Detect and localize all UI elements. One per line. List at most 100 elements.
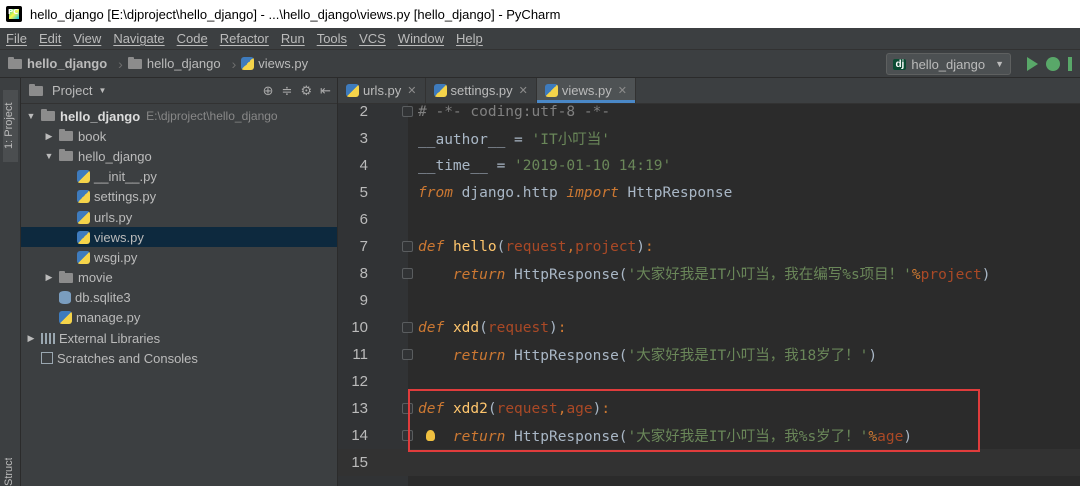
chevron-down-icon[interactable]: ▼ xyxy=(25,111,37,121)
menu-file[interactable]: File xyxy=(4,31,33,46)
tree-item[interactable]: manage.py xyxy=(21,308,337,328)
code-token: age xyxy=(566,400,593,417)
code-line[interactable]: 2 # -*- coding:utf-8 -*- xyxy=(338,98,1080,125)
close-icon[interactable]: ✕ xyxy=(618,84,627,97)
menu-run[interactable]: Run xyxy=(279,31,311,46)
fold-marker-icon[interactable] xyxy=(402,322,413,333)
menu-tools[interactable]: Tools xyxy=(315,31,353,46)
line-number: 9 xyxy=(359,292,368,309)
menu-code[interactable]: Code xyxy=(175,31,214,46)
gear-icon[interactable]: ⚙ xyxy=(300,83,312,99)
code-token: HttpResponse( xyxy=(505,267,628,283)
python-file-icon xyxy=(77,170,90,184)
folder-icon xyxy=(8,56,22,69)
fold-marker-icon[interactable] xyxy=(402,430,413,441)
breadcrumb-project[interactable]: hello_django xyxy=(8,56,107,71)
django-icon: dj xyxy=(893,58,907,70)
debug-bug-icon[interactable] xyxy=(1046,57,1060,71)
python-file-icon xyxy=(346,84,359,97)
python-file-icon xyxy=(241,57,255,70)
menu-refactor[interactable]: Refactor xyxy=(218,31,275,46)
tree-item-label: book xyxy=(78,128,107,144)
code-line[interactable]: 3 __author__ = 'IT小叮当' xyxy=(338,125,1080,152)
chevron-right-icon[interactable]: ▶ xyxy=(25,333,37,344)
run-configuration-dropdown[interactable]: dj hello_django ▼ xyxy=(886,53,1011,75)
chevron-down-icon[interactable]: ▼ xyxy=(43,151,55,161)
code-line[interactable]: 14 return HttpResponse('大家好我是IT小叮当，我%s岁了… xyxy=(338,422,1080,449)
code-line[interactable]: 8 return HttpResponse('大家好我是IT小叮当，我在编写%s… xyxy=(338,260,1080,287)
chevron-down-icon[interactable]: ▼ xyxy=(98,86,106,95)
python-file-icon xyxy=(544,84,558,97)
close-icon[interactable]: ✕ xyxy=(519,84,528,97)
code-text: __time__ = '2019-01-10 14:19' xyxy=(418,158,671,174)
project-tool-tab[interactable]: 1: Project xyxy=(3,90,18,162)
tree-item[interactable]: ▶ movie xyxy=(21,268,337,288)
code-token: '大家好我是IT小叮当，我在编写%s项目！' xyxy=(627,267,912,283)
title-bar: hello_django [E:\djproject\hello_django]… xyxy=(0,0,1080,28)
code-line[interactable]: 7 def hello(request,project): xyxy=(338,233,1080,260)
code-line[interactable]: 6 xyxy=(338,206,1080,233)
code-line[interactable]: 11 return HttpResponse('大家好我是IT小叮当，我18岁了… xyxy=(338,341,1080,368)
fold-marker-icon[interactable] xyxy=(402,349,413,360)
menu-window[interactable]: Window xyxy=(396,31,450,46)
tree-item-label: wsgi.py xyxy=(94,249,138,265)
code-line[interactable]: 4 __time__ = '2019-01-10 14:19' xyxy=(338,152,1080,179)
tree-item[interactable]: urls.py xyxy=(21,207,337,227)
tree-item[interactable]: ▼ hello_django xyxy=(21,146,337,166)
tree-item-label: manage.py xyxy=(76,310,141,326)
tree-item[interactable]: ▼ hello_django E:\djproject\hello_django xyxy=(21,106,337,126)
code-area[interactable]: 2 # -*- coding:utf-8 -*- 3 __author__ = 'IT… xyxy=(338,103,1080,486)
tree-item[interactable]: ▶ External Libraries xyxy=(21,328,337,348)
code-line[interactable]: 13 def xdd2(request,age): xyxy=(338,395,1080,422)
library-icon xyxy=(41,332,55,344)
fold-marker-icon[interactable] xyxy=(402,268,413,279)
project-view-selector[interactable]: Project xyxy=(52,83,92,98)
menu-edit[interactable]: Edit xyxy=(37,31,67,46)
code-token: from xyxy=(418,184,453,201)
code-text: return HttpResponse('大家好我是IT小叮当，我18岁了！') xyxy=(418,344,877,365)
run-with-coverage-icon[interactable] xyxy=(1068,57,1078,71)
code-token: import xyxy=(566,184,619,201)
code-line[interactable]: 9 xyxy=(338,287,1080,314)
menu-view[interactable]: View xyxy=(71,31,107,46)
fold-marker-icon[interactable] xyxy=(402,403,413,414)
python-file-icon xyxy=(77,190,90,204)
close-icon[interactable]: ✕ xyxy=(407,84,416,97)
locate-target-icon[interactable]: ⊕ xyxy=(263,83,274,99)
structure-tool-tab[interactable]: Structure xyxy=(3,458,18,486)
menu-navigate[interactable]: Navigate xyxy=(111,31,170,46)
tree-item[interactable]: __init__.py xyxy=(21,167,337,187)
tree-item[interactable]: views.py xyxy=(21,227,337,248)
tree-item[interactable]: ▶ book xyxy=(21,126,337,146)
menu-bar: File Edit View Navigate Code Refactor Ru… xyxy=(0,28,1080,50)
code-token: : xyxy=(601,400,611,417)
code-token: ) xyxy=(636,238,646,255)
fold-marker-icon[interactable] xyxy=(402,241,413,252)
code-token: def xyxy=(418,319,445,336)
code-line[interactable]: 5 from django.http import HttpResponse xyxy=(338,179,1080,206)
tree-item[interactable]: db.sqlite3 xyxy=(21,288,337,308)
menu-help[interactable]: Help xyxy=(454,31,489,46)
breadcrumb-file[interactable]: views.py xyxy=(241,56,308,71)
collapse-all-icon[interactable]: ≑ xyxy=(282,83,293,99)
breadcrumb-separator: › xyxy=(118,55,123,72)
hide-panel-icon[interactable]: ⇤ xyxy=(320,83,331,99)
code-line[interactable]: 10 def xdd(request): xyxy=(338,314,1080,341)
code-token: ) xyxy=(548,319,558,336)
code-token: xdd xyxy=(452,319,480,336)
code-line[interactable]: 12 xyxy=(338,368,1080,395)
chevron-right-icon[interactable]: ▶ xyxy=(43,131,55,142)
menu-vcs[interactable]: VCS xyxy=(357,31,392,46)
tree-item[interactable]: Scratches and Consoles xyxy=(21,348,337,368)
tree-item[interactable]: wsgi.py xyxy=(21,247,337,267)
code-token: = xyxy=(505,132,532,148)
code-line[interactable]: 15 xyxy=(338,449,1080,476)
tree-item[interactable]: settings.py xyxy=(21,187,337,207)
code-token: xdd2 xyxy=(452,400,488,417)
chevron-right-icon[interactable]: ▶ xyxy=(43,272,55,283)
run-button[interactable] xyxy=(1027,57,1038,71)
fold-marker-icon[interactable] xyxy=(402,106,413,117)
breadcrumb-package[interactable]: hello_django xyxy=(127,56,221,71)
code-token: age xyxy=(877,429,904,445)
